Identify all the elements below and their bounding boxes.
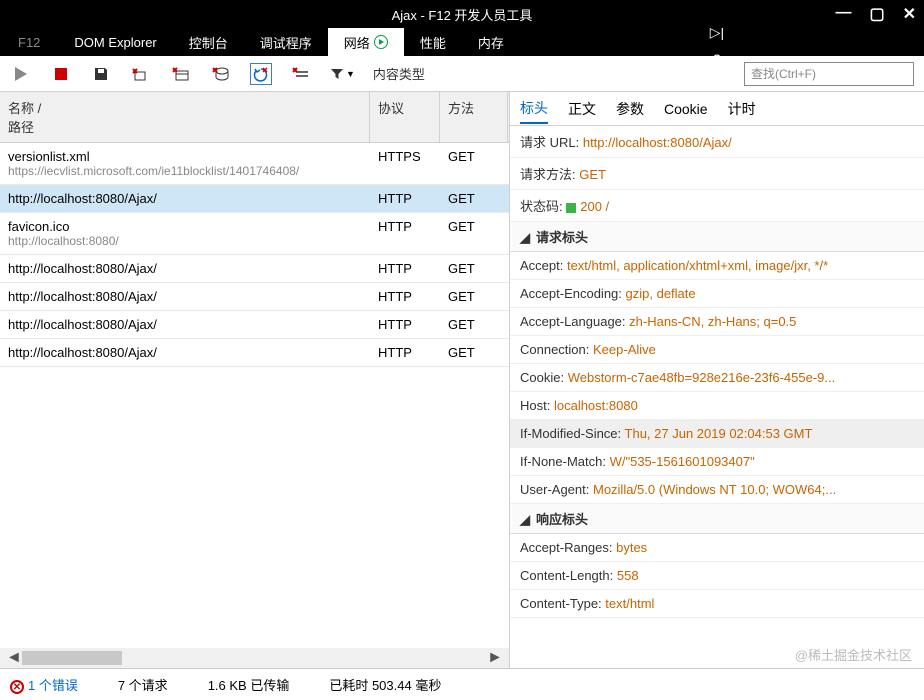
detail-tab-0[interactable]: 标头 bbox=[520, 94, 548, 124]
clear-cookies-icon[interactable] bbox=[290, 63, 312, 85]
minimize-icon[interactable]: — bbox=[835, 4, 851, 24]
header-row[interactable]: Accept: text/html, application/xhtml+xml… bbox=[510, 252, 924, 280]
table-row[interactable]: http://localhost:8080/Ajax/HTTPGET bbox=[0, 255, 509, 283]
col-name[interactable]: 名称 /路径 bbox=[0, 92, 370, 142]
response-headers-section[interactable]: ◢响应标头 bbox=[510, 504, 924, 534]
help-icon[interactable]: ? bbox=[706, 51, 728, 67]
table-row[interactable]: http://localhost:8080/Ajax/HTTPGET bbox=[0, 311, 509, 339]
window-controls: — ▢ ✕ bbox=[835, 4, 916, 24]
search-input[interactable]: 查找(Ctrl+F) bbox=[744, 62, 914, 86]
menu-tab-3[interactable]: 网络 bbox=[328, 28, 404, 56]
scroll-left-icon[interactable]: ◄ bbox=[6, 649, 22, 667]
header-row[interactable]: Cookie: Webstorm-c7ae48fb=928e216e-23f6-… bbox=[510, 364, 924, 392]
f12-label[interactable]: F12 bbox=[0, 35, 58, 50]
request-url: 请求 URL: http://localhost:8080/Ajax/ bbox=[510, 126, 924, 158]
detail-tab-4[interactable]: 计时 bbox=[728, 95, 756, 123]
col-protocol[interactable]: 协议 bbox=[370, 92, 440, 142]
header-row[interactable]: If-Modified-Since: Thu, 27 Jun 2019 02:0… bbox=[510, 420, 924, 448]
request-headers-section[interactable]: ◢请求标头 bbox=[510, 222, 924, 252]
menubar: F12 DOM Explorer控制台调试程序网络性能内存 ▼ 11 ▷| ? bbox=[0, 28, 924, 56]
detail-tab-2[interactable]: 参数 bbox=[616, 95, 644, 123]
transferred-status: 1.6 KB 已传输 bbox=[208, 675, 290, 694]
header-row[interactable]: User-Agent: Mozilla/5.0 (Windows NT 10.0… bbox=[510, 476, 924, 504]
menu-tab-1[interactable]: 控制台 bbox=[173, 28, 244, 56]
scroll-thumb[interactable] bbox=[22, 651, 122, 665]
statusbar: ✕1 个错误 7 个请求 1.6 KB 已传输 已耗时 503.44 毫秒 bbox=[0, 668, 924, 700]
scroll-right-icon[interactable]: ► bbox=[487, 649, 503, 667]
header-row[interactable]: Accept-Ranges: bytes bbox=[510, 534, 924, 562]
requests-status: 7 个请求 bbox=[118, 675, 168, 694]
table-row[interactable]: http://localhost:8080/Ajax/HTTPGET bbox=[0, 339, 509, 367]
details-panel: 标头正文参数 Cookie 计时 请求 URL: http://localhost:… bbox=[510, 92, 924, 668]
window-title: Ajax - F12 开发人员工具 bbox=[392, 5, 533, 24]
horizontal-scrollbar[interactable]: ◄ ► bbox=[0, 648, 509, 668]
table-row[interactable]: favicon.icohttp://localhost:8080/HTTPGET bbox=[0, 213, 509, 255]
titlebar: Ajax - F12 开发人员工具 — ▢ ✕ bbox=[0, 0, 924, 28]
col-method[interactable]: 方法 bbox=[440, 92, 508, 142]
menu-tab-5[interactable]: 内存 bbox=[462, 28, 520, 56]
header-row[interactable]: Host: localhost:8080 bbox=[510, 392, 924, 420]
header-row[interactable]: Accept-Encoding: gzip, deflate bbox=[510, 280, 924, 308]
header-row[interactable]: If-None-Match: W/"535-1561601093407" bbox=[510, 448, 924, 476]
maximize-icon[interactable]: ▢ bbox=[869, 4, 884, 24]
table-row[interactable]: http://localhost:8080/Ajax/HTTPGET bbox=[0, 185, 509, 213]
clear-cache-icon[interactable] bbox=[210, 63, 232, 85]
table-row[interactable]: http://localhost:8080/Ajax/HTTPGET bbox=[0, 283, 509, 311]
menu-tab-4[interactable]: 性能 bbox=[404, 28, 462, 56]
network-grid: 名称 /路径 协议 方法 versionlist.xmlhttps://iecv… bbox=[0, 92, 510, 668]
status-code: 状态码: 200 / bbox=[510, 190, 924, 222]
header-row[interactable]: Connection: Keep-Alive bbox=[510, 336, 924, 364]
table-row[interactable]: versionlist.xmlhttps://iecvlist.microsof… bbox=[0, 143, 509, 185]
errors-status[interactable]: ✕1 个错误 bbox=[10, 675, 78, 695]
header-row[interactable]: Content-Type: text/html bbox=[510, 590, 924, 618]
clear-entries-icon[interactable] bbox=[170, 63, 192, 85]
header-row[interactable]: Content-Length: 558 bbox=[510, 562, 924, 590]
play-button[interactable] bbox=[10, 63, 32, 85]
elapsed-status: 已耗时 503.44 毫秒 bbox=[329, 675, 441, 694]
detail-tab-3[interactable]: Cookie bbox=[664, 97, 708, 121]
pin-icon[interactable] bbox=[706, 77, 728, 91]
watermark: @稀土掘金技术社区 bbox=[795, 645, 912, 664]
save-icon[interactable] bbox=[90, 63, 112, 85]
clear-session-icon[interactable] bbox=[130, 63, 152, 85]
header-row[interactable]: Accept-Language: zh-Hans-CN, zh-Hans; q=… bbox=[510, 308, 924, 336]
detail-tab-1[interactable]: 正文 bbox=[568, 95, 596, 123]
content-type-label[interactable]: 内容类型 bbox=[373, 64, 425, 83]
menu-tab-0[interactable]: DOM Explorer bbox=[58, 28, 172, 56]
request-method: 请求方法: GET bbox=[510, 158, 924, 190]
stop-button[interactable] bbox=[50, 63, 72, 85]
filter-icon[interactable]: ▼ bbox=[330, 63, 355, 85]
bypass-cache-icon[interactable] bbox=[250, 63, 272, 85]
menu-tab-2[interactable]: 调试程序 bbox=[244, 28, 328, 56]
close-icon[interactable]: ✕ bbox=[903, 4, 916, 24]
record-icon bbox=[374, 35, 388, 49]
